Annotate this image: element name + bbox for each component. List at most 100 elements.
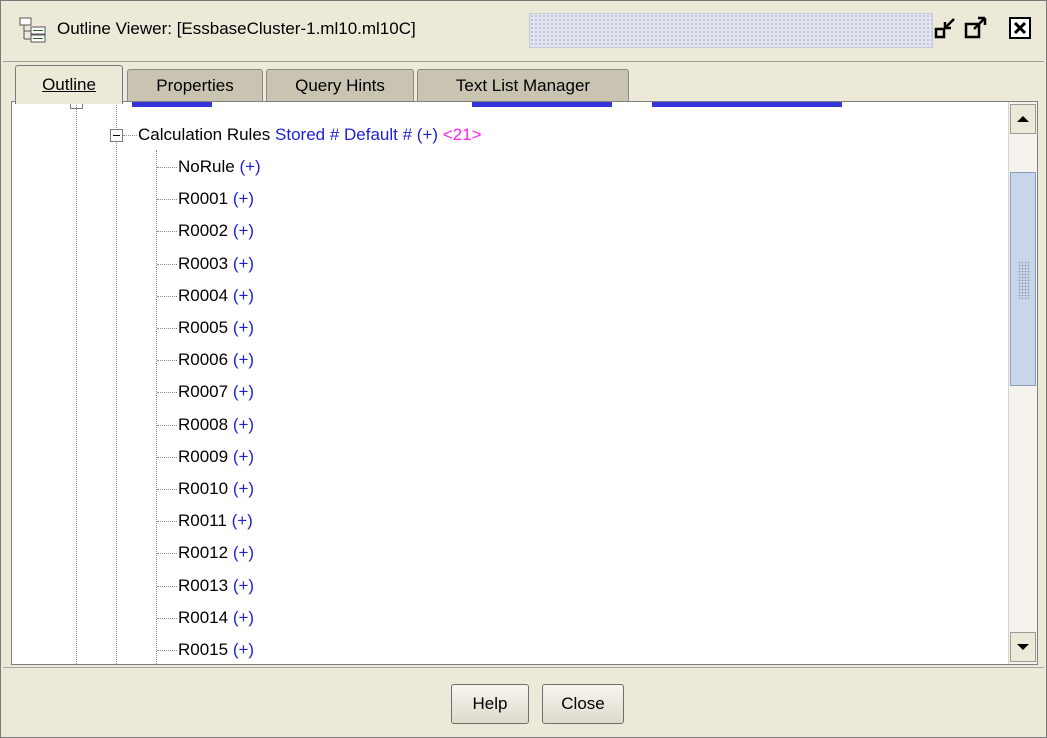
title-bar[interactable]: Outline Viewer: [EssbaseCluster-1.ml10.m…: [3, 3, 1044, 62]
tree-node-r0008[interactable]: R0008 (+): [178, 409, 254, 441]
close-button[interactable]: Close: [542, 684, 624, 724]
outline-tree[interactable]: Calculation Rules Stored # Default # (+)…: [12, 102, 1008, 664]
tree-connector: [123, 135, 137, 136]
tree-node-r0011[interactable]: R0011 (+): [178, 505, 253, 537]
scrolled-row-fragment: [472, 102, 612, 107]
tree-guide-line: [76, 102, 77, 664]
tree-connector: [157, 650, 177, 651]
member-name: R0011: [178, 511, 227, 531]
tab-strip: Outline Properties Query Hints Text List…: [3, 63, 1044, 104]
scroll-down-arrow-icon: [1017, 644, 1029, 650]
member-name: R0003: [178, 253, 229, 273]
tree-connector: [157, 295, 177, 297]
tree-connector: [157, 231, 177, 233]
tree-node-r0015[interactable]: R0015 (+): [178, 634, 254, 664]
member-consolidation-op: (+): [232, 575, 255, 595]
tree-node-r0006[interactable]: R0006 (+): [178, 344, 254, 376]
member-name: R0015: [178, 640, 229, 659]
tree-node-r0004[interactable]: R0004 (+): [178, 280, 254, 312]
maximize-icon[interactable]: [963, 15, 989, 41]
member-consolidation-op: (+): [232, 189, 255, 209]
member-name: R0006: [178, 350, 229, 370]
member-consolidation-op: (+): [232, 607, 255, 627]
member-consolidation-op: (+): [232, 382, 255, 402]
member-name: NoRule: [178, 157, 235, 176]
member-properties: Stored # Default # (+): [275, 125, 439, 144]
tree-node-norule[interactable]: NoRule (+): [178, 151, 261, 183]
member-name: R0009: [178, 446, 229, 466]
member-consolidation-op: (+): [232, 253, 255, 273]
member-consolidation-op: (+): [232, 221, 255, 241]
scroll-down-button[interactable]: [1010, 632, 1036, 662]
tree-node-r0014[interactable]: R0014 (+): [178, 602, 254, 634]
tree-connector: [157, 263, 177, 265]
tree-connector: [157, 328, 177, 329]
restore-icon[interactable]: [933, 15, 959, 41]
member-name: R0002: [178, 221, 229, 241]
tree-node-r0010[interactable]: R0010 (+): [178, 473, 254, 505]
member-name: R0010: [178, 479, 229, 498]
tree-guide-line: [116, 102, 117, 664]
help-button[interactable]: Help: [451, 684, 529, 724]
tree-connector: [157, 424, 177, 426]
tree-node-r0002[interactable]: R0002 (+): [178, 215, 254, 247]
member-consolidation-op: (+): [239, 157, 261, 176]
tree-connector: [157, 617, 177, 619]
member-consolidation-op: (+): [232, 285, 255, 305]
thumb-grip: [1018, 261, 1030, 299]
tree-connector: [157, 167, 177, 168]
window-title: Outline Viewer: [EssbaseCluster-1.ml10.m…: [57, 19, 416, 38]
tab-text-list-manager[interactable]: Text List Manager: [417, 69, 629, 102]
outline-viewer-window: Outline Viewer: [EssbaseCluster-1.ml10.m…: [0, 0, 1047, 738]
outline-tree-icon: [19, 17, 47, 43]
outline-tree-panel[interactable]: Calculation Rules Stored # Default # (+)…: [11, 101, 1038, 665]
tab-label: Query Hints: [295, 76, 385, 95]
tab-outline[interactable]: Outline: [15, 65, 123, 104]
tab-label: Text List Manager: [455, 76, 591, 95]
member-name: R0012: [178, 543, 229, 563]
tree-node-r0013[interactable]: R0013 (+): [178, 570, 254, 602]
help-button-label: Help: [472, 694, 508, 713]
member-consolidation-op: (+): [232, 350, 255, 370]
tree-connector: [157, 553, 177, 555]
scroll-up-arrow-icon: [1017, 116, 1029, 122]
tab-properties[interactable]: Properties: [127, 69, 263, 102]
tree-connector: [157, 199, 177, 201]
tree-connector: [157, 456, 177, 458]
tab-label: Outline: [42, 75, 96, 94]
scrollbar-thumb[interactable]: [1010, 172, 1036, 386]
tree-connector: [157, 521, 177, 523]
tree-node-r0009[interactable]: R0009 (+): [178, 441, 254, 473]
tree-node-r0003[interactable]: R0003 (+): [178, 248, 254, 280]
tab-query-hints[interactable]: Query Hints: [266, 69, 414, 102]
tree-node-r0012[interactable]: R0012 (+): [178, 537, 254, 569]
tree-connector: [157, 585, 177, 587]
tree-connector: [157, 392, 177, 394]
tree-guide-line: [156, 150, 157, 664]
collapse-toggle[interactable]: [110, 129, 123, 142]
tree-connector: [157, 489, 177, 490]
separator: [3, 667, 1044, 668]
member-consolidation-op: (+): [232, 543, 255, 563]
close-icon[interactable]: [1007, 15, 1033, 41]
tree-node-r0007[interactable]: R0007 (+): [178, 376, 254, 408]
member-name: Calculation Rules: [138, 125, 271, 144]
tree-connector: [157, 360, 177, 362]
tab-label: Properties: [156, 76, 234, 95]
member-consolidation-op: (+): [232, 414, 255, 434]
member-name: R0004: [178, 285, 229, 305]
vertical-scrollbar[interactable]: [1008, 102, 1037, 664]
scrolled-row-fragment: [652, 102, 842, 107]
member-name: R0008: [178, 414, 229, 434]
close-button-label: Close: [561, 694, 605, 713]
member-name: R0007: [178, 382, 229, 402]
member-consolidation-op: (+): [232, 318, 255, 337]
scroll-up-button[interactable]: [1010, 104, 1036, 134]
member-name: R0005: [178, 318, 229, 337]
scrolled-row-fragment: [132, 102, 212, 107]
tree-node-r0001[interactable]: R0001 (+): [178, 183, 254, 215]
member-consolidation-op: (+): [232, 640, 255, 659]
child-count-badge: <21>: [442, 125, 482, 144]
tree-node-calculation-rules[interactable]: Calculation Rules Stored # Default # (+)…: [138, 119, 482, 151]
tree-node-r0005[interactable]: R0005 (+): [178, 312, 254, 344]
